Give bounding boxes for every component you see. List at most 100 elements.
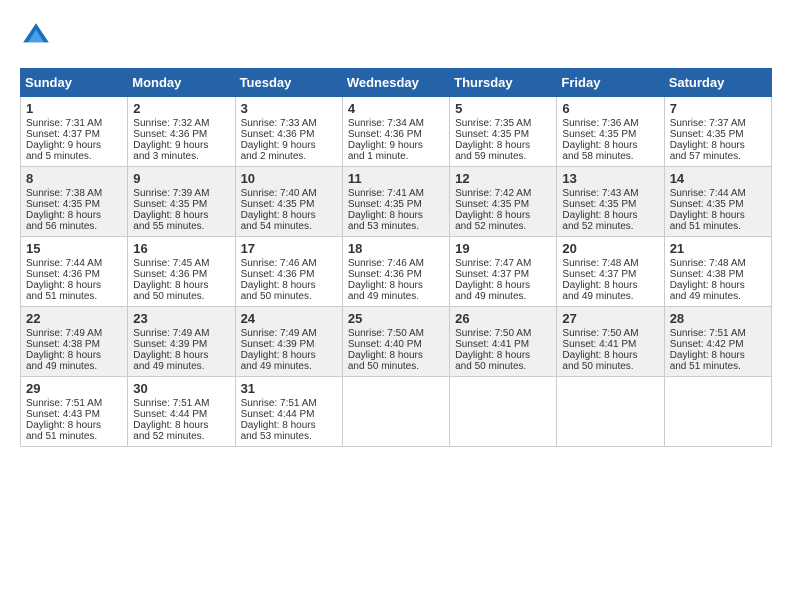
calendar-cell: 23Sunrise: 7:49 AMSunset: 4:39 PMDayligh… — [128, 307, 235, 377]
day-number: 2 — [133, 101, 229, 116]
day-info: Sunset: 4:36 PM — [133, 269, 229, 280]
day-info: Daylight: 9 hours — [348, 140, 444, 151]
day-info: Sunrise: 7:50 AM — [348, 328, 444, 339]
day-number: 27 — [562, 311, 658, 326]
day-info: and 56 minutes. — [26, 221, 122, 232]
day-number: 18 — [348, 241, 444, 256]
calendar-cell: 7Sunrise: 7:37 AMSunset: 4:35 PMDaylight… — [664, 97, 771, 167]
calendar-cell: 18Sunrise: 7:46 AMSunset: 4:36 PMDayligh… — [342, 237, 449, 307]
day-info: and 1 minute. — [348, 151, 444, 162]
day-info: and 49 minutes. — [455, 291, 551, 302]
calendar-cell: 2Sunrise: 7:32 AMSunset: 4:36 PMDaylight… — [128, 97, 235, 167]
calendar-cell: 11Sunrise: 7:41 AMSunset: 4:35 PMDayligh… — [342, 167, 449, 237]
day-number: 1 — [26, 101, 122, 116]
day-info: and 53 minutes. — [348, 221, 444, 232]
day-info: Sunrise: 7:44 AM — [26, 258, 122, 269]
day-number: 31 — [241, 381, 337, 396]
day-info: Daylight: 8 hours — [562, 210, 658, 221]
day-info: Sunset: 4:36 PM — [26, 269, 122, 280]
day-info: Sunrise: 7:37 AM — [670, 118, 766, 129]
calendar-cell — [664, 377, 771, 447]
calendar-cell: 26Sunrise: 7:50 AMSunset: 4:41 PMDayligh… — [450, 307, 557, 377]
day-info: and 50 minutes. — [241, 291, 337, 302]
day-info: and 51 minutes. — [670, 221, 766, 232]
day-header-tuesday: Tuesday — [235, 69, 342, 97]
day-info: and 51 minutes. — [26, 431, 122, 442]
day-number: 7 — [670, 101, 766, 116]
day-info: Daylight: 9 hours — [241, 140, 337, 151]
day-info: and 51 minutes. — [670, 361, 766, 372]
calendar-cell: 19Sunrise: 7:47 AMSunset: 4:37 PMDayligh… — [450, 237, 557, 307]
day-info: Daylight: 8 hours — [26, 280, 122, 291]
day-info: Sunset: 4:37 PM — [562, 269, 658, 280]
day-number: 22 — [26, 311, 122, 326]
day-header-sunday: Sunday — [21, 69, 128, 97]
day-info: Sunrise: 7:49 AM — [133, 328, 229, 339]
day-info: Sunrise: 7:39 AM — [133, 188, 229, 199]
day-info: and 52 minutes. — [562, 221, 658, 232]
day-info: and 59 minutes. — [455, 151, 551, 162]
day-number: 8 — [26, 171, 122, 186]
day-info: Daylight: 8 hours — [670, 350, 766, 361]
day-info: Daylight: 8 hours — [26, 420, 122, 431]
calendar-cell: 27Sunrise: 7:50 AMSunset: 4:41 PMDayligh… — [557, 307, 664, 377]
day-info: Daylight: 8 hours — [241, 210, 337, 221]
calendar-cell: 15Sunrise: 7:44 AMSunset: 4:36 PMDayligh… — [21, 237, 128, 307]
day-info: Sunrise: 7:42 AM — [455, 188, 551, 199]
day-info: Sunrise: 7:51 AM — [241, 398, 337, 409]
day-info: Sunrise: 7:51 AM — [133, 398, 229, 409]
day-info: and 49 minutes. — [133, 361, 229, 372]
calendar-cell: 10Sunrise: 7:40 AMSunset: 4:35 PMDayligh… — [235, 167, 342, 237]
day-info: Daylight: 9 hours — [26, 140, 122, 151]
day-info: and 58 minutes. — [562, 151, 658, 162]
calendar-cell: 29Sunrise: 7:51 AMSunset: 4:43 PMDayligh… — [21, 377, 128, 447]
day-info: and 53 minutes. — [241, 431, 337, 442]
day-info: Daylight: 8 hours — [26, 210, 122, 221]
calendar-table: SundayMondayTuesdayWednesdayThursdayFrid… — [20, 68, 772, 447]
day-info: and 50 minutes. — [348, 361, 444, 372]
calendar-cell: 31Sunrise: 7:51 AMSunset: 4:44 PMDayligh… — [235, 377, 342, 447]
day-number: 4 — [348, 101, 444, 116]
calendar-week-2: 8Sunrise: 7:38 AMSunset: 4:35 PMDaylight… — [21, 167, 772, 237]
day-info: Sunset: 4:38 PM — [670, 269, 766, 280]
day-info: and 50 minutes. — [133, 291, 229, 302]
day-info: Daylight: 8 hours — [133, 350, 229, 361]
day-info: Sunrise: 7:48 AM — [562, 258, 658, 269]
day-info: Sunrise: 7:49 AM — [26, 328, 122, 339]
day-info: Daylight: 8 hours — [348, 210, 444, 221]
day-info: Daylight: 8 hours — [241, 350, 337, 361]
day-info: and 52 minutes. — [133, 431, 229, 442]
day-info: and 49 minutes. — [348, 291, 444, 302]
day-info: Sunrise: 7:38 AM — [26, 188, 122, 199]
day-info: Daylight: 8 hours — [455, 210, 551, 221]
calendar-cell: 24Sunrise: 7:49 AMSunset: 4:39 PMDayligh… — [235, 307, 342, 377]
day-info: Sunrise: 7:35 AM — [455, 118, 551, 129]
calendar-week-4: 22Sunrise: 7:49 AMSunset: 4:38 PMDayligh… — [21, 307, 772, 377]
day-info: Sunset: 4:35 PM — [241, 199, 337, 210]
day-info: Sunset: 4:44 PM — [133, 409, 229, 420]
day-info: and 49 minutes. — [241, 361, 337, 372]
day-info: Sunrise: 7:50 AM — [562, 328, 658, 339]
day-info: Daylight: 8 hours — [241, 420, 337, 431]
day-info: and 54 minutes. — [241, 221, 337, 232]
day-number: 30 — [133, 381, 229, 396]
day-number: 29 — [26, 381, 122, 396]
day-number: 10 — [241, 171, 337, 186]
calendar-header-row: SundayMondayTuesdayWednesdayThursdayFrid… — [21, 69, 772, 97]
calendar-cell: 22Sunrise: 7:49 AMSunset: 4:38 PMDayligh… — [21, 307, 128, 377]
day-info: Sunrise: 7:51 AM — [670, 328, 766, 339]
day-info: Sunset: 4:35 PM — [455, 199, 551, 210]
day-info: Sunrise: 7:45 AM — [133, 258, 229, 269]
day-header-friday: Friday — [557, 69, 664, 97]
day-info: and 55 minutes. — [133, 221, 229, 232]
day-info: Sunset: 4:35 PM — [133, 199, 229, 210]
day-info: Sunset: 4:35 PM — [348, 199, 444, 210]
day-info: Sunset: 4:36 PM — [348, 269, 444, 280]
day-info: Sunrise: 7:31 AM — [26, 118, 122, 129]
day-info: Sunset: 4:35 PM — [670, 129, 766, 140]
day-info: Daylight: 8 hours — [562, 280, 658, 291]
day-info: Sunset: 4:43 PM — [26, 409, 122, 420]
day-info: Daylight: 8 hours — [133, 420, 229, 431]
day-number: 24 — [241, 311, 337, 326]
day-number: 19 — [455, 241, 551, 256]
